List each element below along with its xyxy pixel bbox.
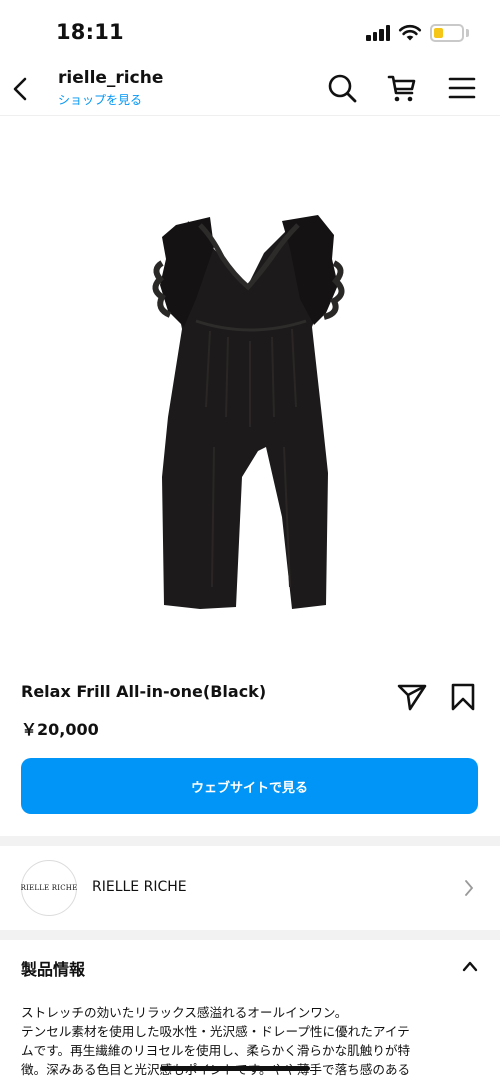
- product-image[interactable]: [0, 117, 500, 662]
- battery-icon: [430, 24, 464, 42]
- product-name: Relax Frill All-in-one(Black): [21, 682, 267, 701]
- menu-icon[interactable]: [446, 72, 478, 104]
- view-website-button[interactable]: ウェブサイトで見る: [21, 758, 478, 814]
- bookmark-icon[interactable]: [451, 683, 475, 711]
- cellular-signal-icon: [366, 25, 392, 41]
- search-icon[interactable]: [326, 72, 358, 104]
- chevron-right-icon: [465, 880, 474, 896]
- status-time: 18:11: [56, 20, 124, 44]
- jumpsuit-image: [152, 215, 345, 609]
- profile-shop-header: rielle_riche ショップを見る: [0, 64, 500, 116]
- description-line: ストレッチの効いたリラックス感溢れるオールインワン。: [21, 1005, 348, 1020]
- view-shop-link[interactable]: ショップを見る: [58, 91, 142, 108]
- section-divider: [0, 836, 500, 846]
- status-bar: 18:11: [0, 0, 500, 64]
- shop-avatar: RIELLE RICHE: [21, 860, 77, 916]
- shop-row[interactable]: RIELLE RICHE RIELLE RICHE: [0, 846, 500, 930]
- product-details-title: 製品情報: [21, 960, 86, 979]
- shop-name: RIELLE RICHE: [92, 879, 187, 895]
- description-line: テンセル素材を使用した吸水性・光沢感・ドレープ性に優れたアイテ: [21, 1024, 410, 1039]
- wifi-icon: [398, 24, 422, 41]
- cart-icon[interactable]: [386, 72, 418, 104]
- share-icon[interactable]: [397, 683, 427, 711]
- description-line: ムです。再生繊維のリヨセルを使用し、柔らかく滑らかな肌触りが特: [21, 1043, 411, 1058]
- product-price: ￥20,000: [21, 720, 99, 739]
- section-divider: [0, 930, 500, 940]
- product-details-header[interactable]: 製品情報: [0, 940, 500, 994]
- home-indicator[interactable]: [160, 1066, 310, 1071]
- back-icon[interactable]: [8, 74, 32, 104]
- account-username[interactable]: rielle_riche: [58, 68, 163, 88]
- chevron-up-icon[interactable]: [462, 960, 478, 972]
